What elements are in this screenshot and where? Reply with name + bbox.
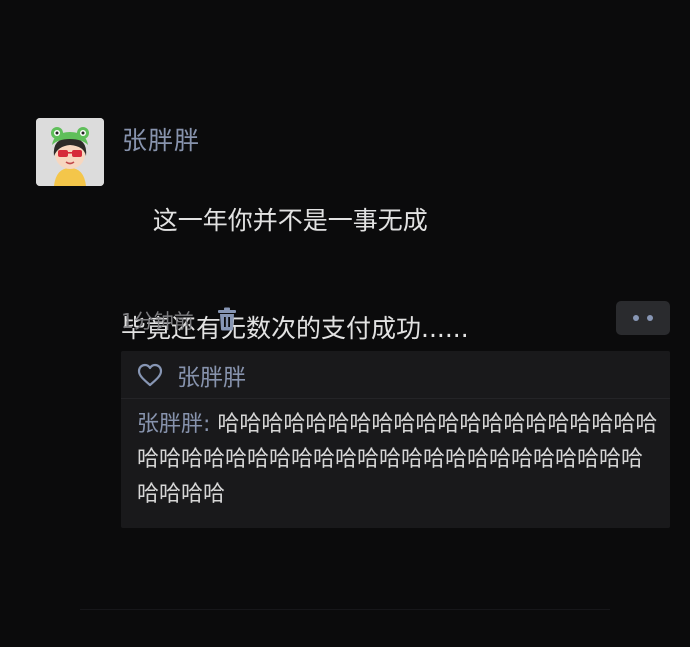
avatar-illustration [36, 118, 104, 186]
more-dots-icon [633, 315, 639, 321]
comment-separator: : [203, 412, 218, 437]
comment-item[interactable]: 张胖胖: 哈哈哈哈哈哈哈哈哈哈哈哈哈哈哈哈哈哈哈哈哈哈哈哈哈哈哈哈哈哈哈哈哈哈哈… [137, 407, 662, 512]
post-author-name[interactable]: 张胖胖 [122, 121, 200, 157]
likes-row: 张胖胖 [121, 351, 670, 399]
moment-page: 张胖胖 这一年你并不是一事无成 毕竟还有无数次的支付成功...... 1分钟前 … [0, 0, 690, 647]
more-actions-button[interactable] [616, 301, 670, 335]
avatar[interactable] [36, 118, 104, 186]
like-user-name[interactable]: 张胖胖 [177, 358, 246, 392]
more-dots-icon [647, 315, 653, 321]
likes-comments-panel: 张胖胖 张胖胖: 哈哈哈哈哈哈哈哈哈哈哈哈哈哈哈哈哈哈哈哈哈哈哈哈哈哈哈哈哈哈哈… [121, 351, 670, 528]
post-meta: 1分钟前 [121, 305, 238, 333]
post-time: 1分钟前 [121, 308, 194, 333]
divider [80, 609, 610, 610]
heart-icon [137, 363, 163, 386]
trash-icon[interactable] [216, 307, 238, 331]
comment-author[interactable]: 张胖胖 [137, 412, 203, 437]
post-text-line-1: 这一年你并不是一事无成 [152, 206, 428, 235]
